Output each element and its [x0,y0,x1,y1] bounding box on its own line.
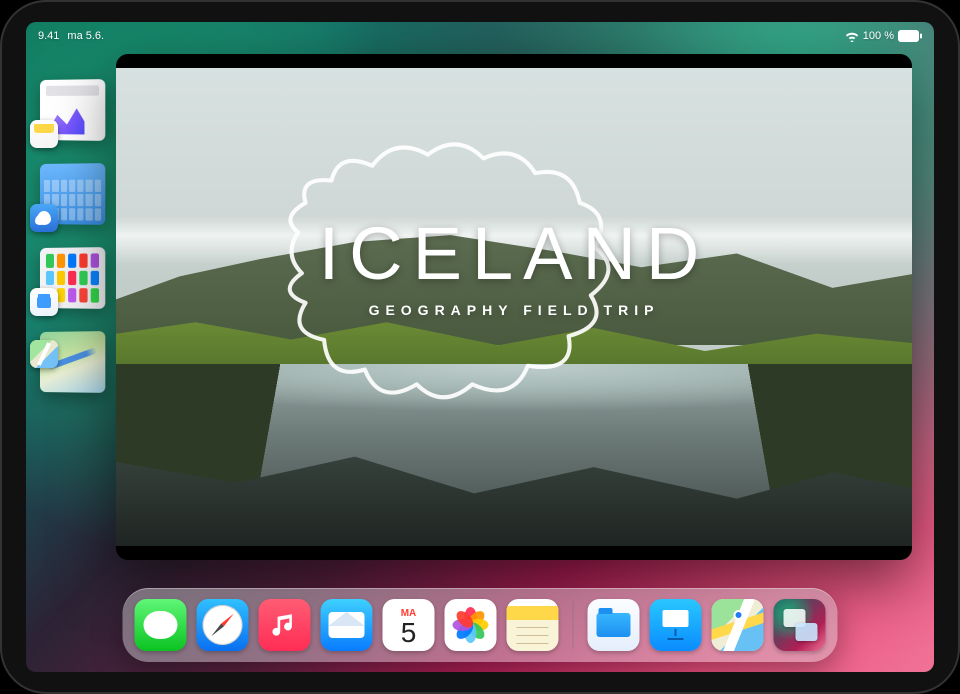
status-battery-text: 100 % [863,30,894,42]
files-app-icon [30,288,58,316]
status-time: 9.41 [38,30,59,42]
keynote-window[interactable]: ICELAND GEOGRAPHY FIELD TRIP [116,54,912,560]
dock: MA 5 [123,588,838,662]
dock-photos-icon[interactable] [445,599,497,651]
calendar-day: 5 [401,619,417,647]
dock-calendar-icon[interactable]: MA 5 [383,599,435,651]
dock-music-icon[interactable] [259,599,311,651]
slide-title: ICELAND [116,211,912,296]
stage-item-maps[interactable] [32,332,104,392]
stage-item-weather[interactable] [32,164,104,224]
dock-maps-icon[interactable] [712,599,764,651]
dock-divider [573,601,574,649]
dock-keynote-icon[interactable] [650,599,702,651]
slide-subtitle: GEOGRAPHY FIELD TRIP [116,302,912,318]
keynote-slide: ICELAND GEOGRAPHY FIELD TRIP [116,68,912,546]
dock-messages-icon[interactable] [135,599,187,651]
battery-icon [898,30,922,42]
ipad-frame: 9.41 ma 5.6. 100 % [0,0,960,694]
dock-safari-icon[interactable] [197,599,249,651]
maps-app-icon [30,340,58,368]
dock-stage-manager-icon[interactable] [774,599,826,651]
status-date: ma 5.6. [67,30,104,42]
dock-mail-icon[interactable] [321,599,373,651]
dock-notes-icon[interactable] [507,599,559,651]
wifi-icon [845,31,859,42]
status-bar: 9.41 ma 5.6. 100 % [26,26,934,46]
dock-files-icon[interactable] [588,599,640,651]
stage-item-notes[interactable] [32,80,104,140]
notes-app-icon [30,120,58,148]
stage-manager-strip [32,80,106,392]
screen: 9.41 ma 5.6. 100 % [26,22,934,672]
stage-item-files[interactable] [32,248,104,308]
weather-app-icon [30,204,58,232]
